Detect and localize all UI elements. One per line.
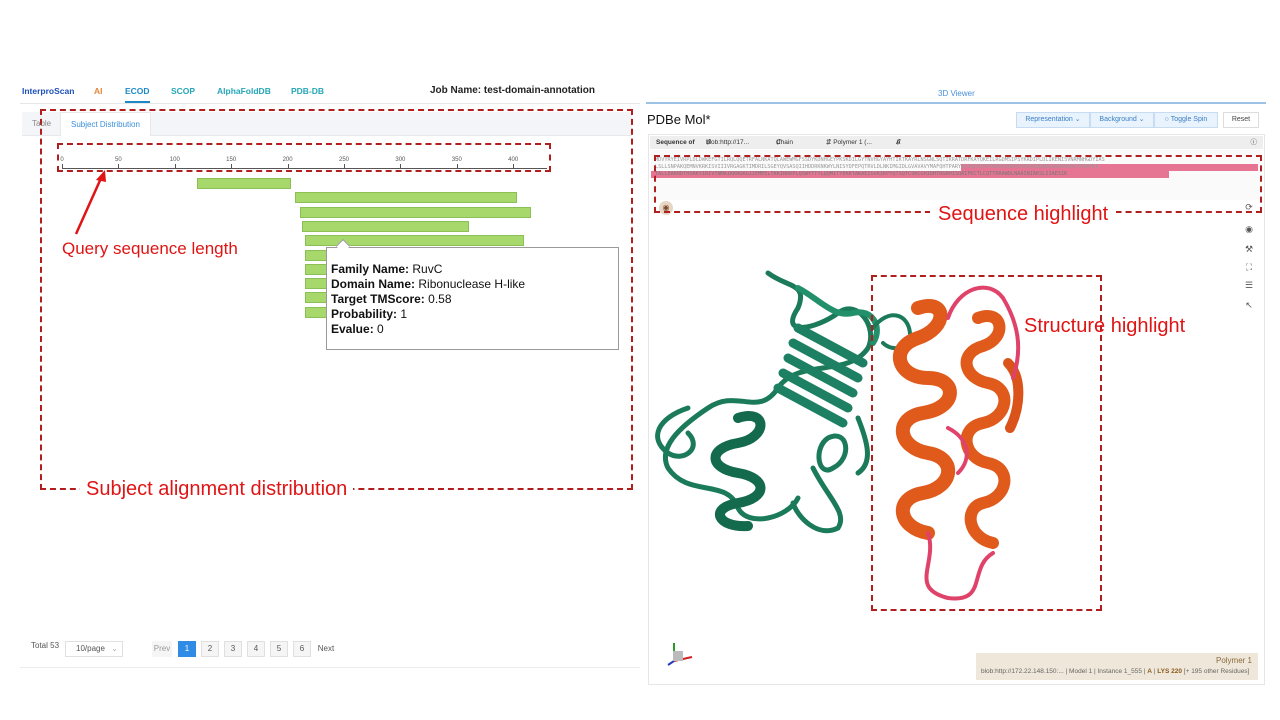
structure-select[interactable]: blob:http://17... ⇵: [706, 136, 749, 149]
job-title: Job Name: test-domain-annotation: [430, 85, 596, 96]
tab-scop[interactable]: SCOP: [171, 86, 195, 96]
tab-ecod[interactable]: ECOD: [125, 86, 150, 96]
subject-distribution-annotation: Subject alignment distribution: [80, 478, 354, 501]
pager-divider: [20, 667, 640, 668]
page-button-3[interactable]: 3: [224, 641, 242, 657]
viewer-section-title: 3D Viewer: [938, 89, 975, 98]
query-length-annotation: Query sequence length: [62, 239, 238, 258]
status-location: blob:http://172.22.148.150:... | Model 1…: [981, 668, 1146, 675]
reset-button[interactable]: Reset: [1223, 112, 1259, 128]
polymer-select[interactable]: 1: Polymer 1 (... ⇵: [826, 136, 872, 149]
chain-mode-value: Chain: [776, 139, 793, 146]
page-button-6[interactable]: 6: [293, 641, 311, 657]
sequence-of-label: Sequence of: [656, 139, 695, 146]
tab-interproscan[interactable]: InterproScan: [22, 86, 74, 96]
chevron-down-icon: ⌄: [1074, 116, 1081, 123]
selection-cursor-icon[interactable]: ↖: [1242, 298, 1256, 312]
page-button-2[interactable]: 2: [201, 641, 219, 657]
structure-highlight-annotation: Structure highlight: [1024, 315, 1186, 337]
prev-page-button[interactable]: Prev: [152, 641, 172, 657]
page-button-5[interactable]: 5: [270, 641, 288, 657]
spin-icon: ○: [1164, 116, 1169, 123]
tab-ai[interactable]: AI: [94, 86, 103, 96]
chain-id-select[interactable]: A ⇵: [896, 136, 901, 149]
chevron-down-icon: ⌄: [1138, 116, 1145, 123]
page-button-1[interactable]: 1: [178, 641, 196, 657]
viewer-divider: [646, 102, 1266, 104]
representation-label: Representation: [1025, 116, 1073, 123]
page-size-value: 10/page: [76, 644, 105, 653]
selection-status: Polymer 1 blob:http://172.22.148.150:...…: [976, 653, 1258, 680]
polymer-value: 1: Polymer 1 (...: [826, 139, 872, 146]
chain-id-value: A: [896, 139, 901, 146]
status-residue: LYS 220: [1157, 668, 1182, 675]
background-label: Background: [1099, 116, 1137, 123]
camera-icon[interactable]: ◉: [1242, 222, 1256, 236]
next-page-button[interactable]: Next: [316, 641, 336, 657]
sequence-highlight-annotation: Sequence highlight: [930, 203, 1117, 226]
axes-gizmo-icon: [667, 643, 693, 666]
chevron-down-icon: ⌄: [111, 644, 118, 653]
status-polymer: Polymer 1: [1215, 656, 1252, 665]
page-button-4[interactable]: 4: [247, 641, 265, 657]
page-size-select[interactable]: 10/page ⌄: [65, 641, 123, 657]
tabs-divider: [20, 103, 640, 104]
help-icon[interactable]: ⓘ: [1251, 136, 1258, 149]
settings-icon[interactable]: ☰: [1242, 278, 1256, 292]
subject-distribution-box: [40, 109, 633, 490]
fullscreen-icon[interactable]: ⛶: [1242, 260, 1256, 274]
viewer-title: PDBe Mol*: [647, 112, 711, 127]
tab-pdb-db[interactable]: PDB-DB: [291, 86, 324, 96]
tab-alphafolddb[interactable]: AlphaFoldDB: [217, 86, 271, 96]
wrench-icon[interactable]: ⚒: [1242, 242, 1256, 256]
annotation-arrow: [74, 170, 106, 235]
status-chain: A: [1147, 668, 1152, 675]
toggle-spin-button[interactable]: ○ Toggle Spin: [1154, 112, 1218, 128]
sequence-header: Sequence of blob:http://17... ⇵ Chain ⇵ …: [650, 136, 1263, 149]
status-more: [+ 195 other Residues]: [1183, 668, 1250, 675]
representation-button[interactable]: Representation ⌄: [1016, 112, 1090, 128]
chain-mode-select[interactable]: Chain ⇵: [776, 136, 793, 149]
toggle-spin-label: Toggle Spin: [1170, 116, 1208, 123]
structure-value: blob:http://17...: [706, 139, 750, 146]
total-count: Total 53: [31, 641, 60, 650]
background-button[interactable]: Background ⌄: [1090, 112, 1154, 128]
